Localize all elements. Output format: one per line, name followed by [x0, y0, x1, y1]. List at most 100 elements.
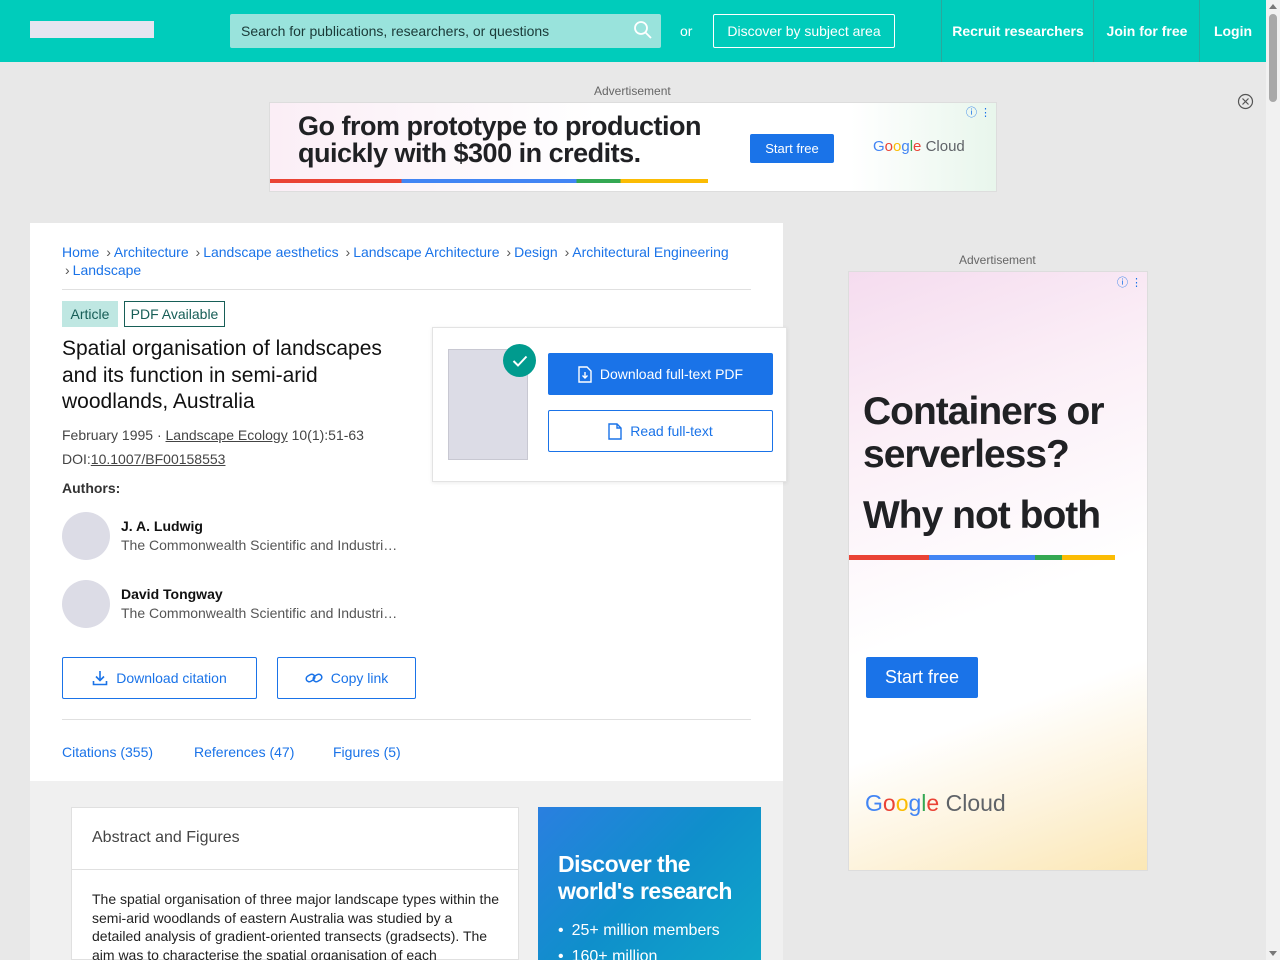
logo-letter: o: [882, 790, 896, 816]
adchoices-icon[interactable]: ⓘ ⋮: [1117, 274, 1142, 290]
logo-letter: g: [908, 790, 922, 816]
site-logo[interactable]: [30, 21, 154, 38]
download-pdf-button[interactable]: Download full-text PDF: [548, 353, 773, 395]
logo-letter: o: [895, 790, 909, 816]
ad-headline: Containers or serverless?: [863, 390, 1143, 476]
author-affiliation: The Commonwealth Scientific and Industri…: [121, 605, 401, 621]
google-cloud-logo: Google Cloud: [873, 138, 965, 155]
journal-link[interactable]: Landscape Ecology: [166, 427, 288, 443]
recruit-researchers-link[interactable]: Recruit researchers: [941, 0, 1094, 62]
check-icon: [503, 344, 536, 377]
chevron-right-icon: ›: [195, 244, 201, 260]
link-icon: [305, 673, 323, 683]
join-for-free-link[interactable]: Join for free: [1093, 0, 1200, 62]
breadcrumb-architecture[interactable]: Architecture: [114, 244, 189, 260]
chevron-right-icon: ›: [106, 244, 111, 260]
read-fulltext-button[interactable]: Read full-text: [548, 410, 773, 452]
advertisement-label: Advertisement: [959, 253, 1036, 267]
authors-label: Authors:: [62, 480, 121, 496]
ad-headline-line2: serverless?: [863, 433, 1070, 476]
page-scrollbar[interactable]: [1266, 0, 1280, 960]
adchoices-icon[interactable]: ⓘ ⋮: [966, 104, 991, 120]
search-icon[interactable]: [633, 20, 653, 40]
download-citation-label: Download citation: [116, 670, 227, 686]
breadcrumb-design[interactable]: Design: [514, 244, 558, 260]
google-cloud-logo: Google Cloud: [865, 790, 1006, 817]
scroll-down-arrow[interactable]: [1269, 951, 1277, 956]
doi-link[interactable]: 10.1007/BF00158553: [91, 451, 226, 467]
abstract-heading: Abstract and Figures: [92, 829, 240, 846]
divider: [62, 719, 751, 720]
author-name[interactable]: J. A. Ludwig: [121, 518, 203, 534]
logo-letter: G: [873, 138, 885, 155]
author-affiliation: The Commonwealth Scientific and Industri…: [121, 537, 401, 553]
chevron-right-icon: ›: [65, 262, 70, 278]
tab-figures[interactable]: Figures (5): [333, 744, 401, 760]
chevron-right-icon: ›: [564, 244, 570, 260]
ad-headline-line3: Why not both: [863, 494, 1101, 537]
ad-headline-line2: quickly with $300 in credits.: [298, 138, 641, 168]
discover-list: 25+ million members 160+ million: [558, 918, 720, 960]
download-citation-button[interactable]: Download citation: [62, 657, 257, 699]
publication-card: Home › Architecture › Landscape aesthetics…: [30, 223, 783, 781]
abstract-text: The spatial organisation of three major …: [92, 891, 500, 960]
discover-research-card[interactable]: Discover the world's research 25+ millio…: [538, 807, 761, 960]
top-navigation-bar: Search for publications, researchers, or…: [0, 0, 1266, 62]
advertisement-label: Advertisement: [594, 84, 671, 98]
chevron-right-icon: ›: [506, 244, 512, 260]
copy-link-button[interactable]: Copy link: [277, 657, 416, 699]
publication-title: Spatial organisation of landscapes and i…: [62, 337, 382, 413]
breadcrumb-home[interactable]: Home: [62, 244, 99, 260]
top-banner-ad[interactable]: Go from prototype to production quickly …: [269, 102, 997, 192]
file-icon: [608, 422, 622, 440]
avatar[interactable]: [62, 580, 110, 628]
login-link[interactable]: Login: [1199, 0, 1266, 62]
list-item: 25+ million members: [558, 918, 720, 944]
breadcrumb-landscape-aesthetics[interactable]: Landscape aesthetics: [203, 244, 338, 260]
publication-doi: DOI:10.1007/BF00158553: [62, 451, 225, 467]
logo-letter: G: [865, 790, 883, 816]
ad-color-bar: [270, 179, 708, 183]
ad-start-free-button[interactable]: Start free: [866, 657, 978, 698]
search-input[interactable]: Search for publications, researchers, or…: [230, 14, 661, 48]
download-pdf-label: Download full-text PDF: [599, 366, 744, 382]
ad-color-bar: [849, 555, 1115, 560]
copy-link-label: Copy link: [330, 670, 389, 686]
journal-volume: 10(1):51-63: [287, 427, 364, 443]
chevron-right-icon: ›: [345, 244, 351, 260]
scroll-up-arrow[interactable]: [1269, 4, 1277, 9]
logo-letter: e: [926, 790, 940, 816]
author-item[interactable]: David Tongway The Commonwealth Scientifi…: [62, 580, 402, 630]
breadcrumb-landscape-architecture[interactable]: Landscape Architecture: [353, 244, 499, 260]
article-type-badge: Article: [62, 301, 118, 327]
ad-headline: Go from prototype to production quickly …: [298, 113, 701, 167]
author-item[interactable]: J. A. Ludwig The Commonwealth Scientific…: [62, 512, 402, 562]
read-fulltext-label: Read full-text: [630, 423, 713, 439]
pdf-available-badge: PDF Available: [124, 301, 225, 327]
breadcrumb: Home › Architecture › Landscape aesthetics…: [62, 243, 762, 279]
publication-date: February 1995 ·: [62, 427, 166, 443]
search-placeholder: Search for publications, researchers, or…: [241, 23, 550, 39]
doi-label: DOI:: [62, 451, 91, 467]
tab-references[interactable]: References (47): [194, 744, 294, 760]
author-name[interactable]: David Tongway: [121, 586, 223, 602]
pdf-download-panel: Download full-text PDF Read full-text: [432, 327, 787, 482]
logo-suffix: Cloud: [945, 790, 1006, 816]
ad-headline-line1: Go from prototype to production: [298, 111, 701, 141]
breadcrumb-architectural-engineering[interactable]: Architectural Engineering: [572, 244, 728, 260]
ad-headline-line1: Containers or: [863, 390, 1105, 433]
side-banner-ad[interactable]: ⓘ ⋮ Containers or serverless? Why not bo…: [848, 271, 1148, 871]
close-ad-icon[interactable]: [1237, 93, 1254, 110]
scroll-thumb[interactable]: [1269, 14, 1277, 102]
list-item: 160+ million: [558, 944, 720, 960]
discover-subject-button[interactable]: Discover by subject area: [713, 14, 895, 48]
ad-start-free-button[interactable]: Start free: [750, 134, 834, 163]
divider: [72, 869, 518, 870]
tab-citations[interactable]: Citations (355): [62, 744, 153, 760]
publication-meta: February 1995 · Landscape Ecology 10(1):…: [62, 427, 364, 443]
breadcrumb-landscape[interactable]: Landscape: [73, 262, 142, 278]
avatar[interactable]: [62, 512, 110, 560]
logo-letter: e: [913, 138, 922, 155]
logo-letter: o: [884, 138, 894, 155]
logo-letter: g: [901, 138, 910, 155]
